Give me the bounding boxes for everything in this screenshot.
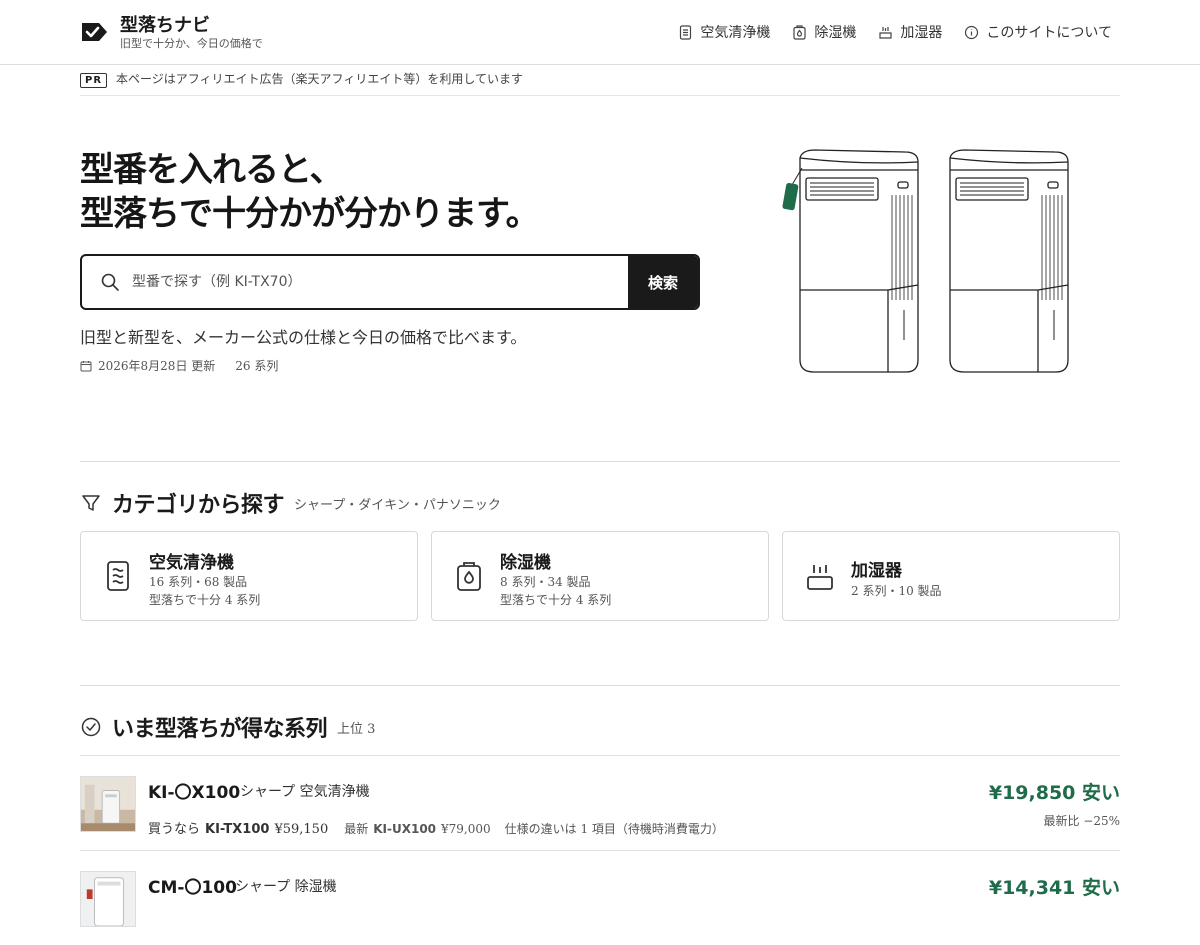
- spec-diff: 仕様の違いは 1 項目（待機時消費電力）: [504, 822, 724, 836]
- category-name: 加湿器: [851, 561, 902, 581]
- search-button[interactable]: 検索: [628, 256, 698, 308]
- humidifier-icon: [879, 26, 893, 39]
- deals-header: いま型落ちが得な系列 上位 3: [80, 711, 375, 743]
- latest-label: 最新: [344, 822, 369, 836]
- latest-price: ¥79,000: [441, 822, 491, 836]
- deal-row[interactable]: CM-〇100 シャープ 除湿機 ¥14,341 安い: [80, 850, 1120, 945]
- info-icon: [965, 25, 979, 39]
- deal-model[interactable]: CM-〇100: [148, 873, 237, 898]
- buy-model[interactable]: KI-TX100: [205, 822, 269, 837]
- updated-date: 2026年8月28日 更新: [98, 359, 216, 373]
- category-name: 空気清浄機: [149, 553, 234, 573]
- deal-row[interactable]: KI-〇X100 シャープ 空気清浄機 買うなら KI-TX100 ¥59,15…: [80, 755, 1120, 850]
- site-header: 型落ちナビ 旧型で十分か、今日の価格で 空気清浄機 除湿機 加湿器 このサイトに…: [0, 0, 1200, 65]
- search-icon: [101, 273, 119, 291]
- categories-subtitle: シャープ・ダイキン・パナソニック: [294, 497, 501, 513]
- dehumidifier-icon: [793, 24, 807, 40]
- dehumidifier-illustration: [782, 149, 1069, 373]
- nav-item-air-purifier[interactable]: 空気清浄機: [678, 22, 770, 42]
- air-purifier-icon: [680, 24, 692, 40]
- buy-price: ¥59,150: [274, 822, 329, 837]
- hero-meta: 2026年8月28日 更新 26 系列: [80, 357, 278, 374]
- category-good-series: 型落ちで十分 4 系列: [500, 593, 612, 607]
- pr-text: 本ページはアフィリエイト広告（楽天アフィリエイト等）を利用しています: [116, 72, 523, 86]
- humidifier-icon: [807, 565, 833, 590]
- deal-brand: シャープ 空気清浄機: [240, 784, 370, 800]
- categories-header: カテゴリから探す シャープ・ダイキン・パナソニック: [80, 487, 501, 519]
- nav-label: このサイトについて: [986, 25, 1112, 41]
- categories-title: カテゴリから探す: [112, 492, 285, 518]
- saving-amount: ¥19,850 安い: [988, 782, 1120, 804]
- pr-badge: PR: [80, 73, 108, 88]
- category-card-humidifier[interactable]: 加湿器 2 系列・10 製品: [782, 531, 1120, 621]
- site-title[interactable]: 型落ちナビ: [120, 11, 210, 37]
- deal-brand: シャープ 除湿機: [235, 879, 337, 895]
- hero-title: 型番を入れると、 型落ちで十分かが分かります。: [80, 148, 540, 236]
- product-thumbnail[interactable]: [80, 776, 136, 832]
- main-nav: 空気清浄機 除湿機 加湿器 このサイトについて: [678, 22, 1112, 42]
- section-divider: [80, 461, 1120, 462]
- product-thumbnail[interactable]: [80, 871, 136, 927]
- nav-item-dehumidifier[interactable]: 除湿機: [792, 22, 856, 42]
- pr-disclosure: PR 本ページはアフィリエイト広告（楽天アフィリエイト等）を利用しています: [80, 71, 1120, 96]
- category-cards: 空気清浄機 16 系列・68 製品 型落ちで十分 4 系列 除湿機 8 系列・3…: [80, 531, 1120, 621]
- category-card-air-purifier[interactable]: 空気清浄機 16 系列・68 製品 型落ちで十分 4 系列: [80, 531, 418, 621]
- air-purifier-icon: [107, 561, 129, 591]
- hero-title-line2: 型落ちで十分かが分かります。: [80, 194, 540, 234]
- nav-item-humidifier[interactable]: 加湿器: [878, 22, 942, 42]
- tag-check-logo-icon[interactable]: [80, 20, 108, 44]
- section-divider: [80, 685, 1120, 686]
- check-circle-icon: [81, 717, 101, 737]
- saving-ratio: 最新比 −25%: [1043, 814, 1120, 828]
- deals-subtitle: 上位 3: [337, 721, 376, 737]
- search-box: 検索: [80, 254, 700, 310]
- category-card-dehumidifier[interactable]: 除湿機 8 系列・34 製品 型落ちで十分 4 系列: [431, 531, 769, 621]
- category-good-series: 型落ちで十分 4 系列: [149, 593, 261, 607]
- category-count: 8 系列・34 製品: [500, 575, 591, 589]
- search-input[interactable]: [132, 274, 572, 290]
- deal-model[interactable]: KI-〇X100: [148, 778, 240, 803]
- category-count: 2 系列・10 製品: [851, 584, 942, 598]
- filter-icon: [82, 495, 100, 511]
- nav-label: 加湿器: [900, 25, 943, 41]
- hero-description: 旧型と新型を、メーカー公式の仕様と今日の価格で比べます。: [80, 328, 527, 347]
- saving-amount: ¥14,341 安い: [988, 877, 1120, 899]
- category-name: 除湿機: [500, 553, 551, 573]
- hero-title-line1: 型番を入れると、: [80, 150, 344, 190]
- nav-label: 空気清浄機: [700, 25, 771, 41]
- category-count: 16 系列・68 製品: [149, 575, 248, 589]
- search-field[interactable]: [82, 256, 628, 308]
- series-count: 26 系列: [235, 359, 279, 373]
- dehumidifier-icon: [457, 562, 481, 591]
- nav-label: 除湿機: [814, 25, 857, 41]
- deals-title: いま型落ちが得な系列: [112, 716, 328, 742]
- buy-label: 買うなら: [148, 822, 201, 837]
- latest-model[interactable]: KI-UX100: [373, 822, 436, 836]
- nav-item-about[interactable]: このサイトについて: [964, 22, 1112, 42]
- calendar-icon: [80, 360, 92, 371]
- deal-buy-line: 買うなら KI-TX100 ¥59,150 最新 KI-UX100 ¥79,00…: [148, 818, 724, 837]
- site-subtitle: 旧型で十分か、今日の価格で: [120, 37, 263, 50]
